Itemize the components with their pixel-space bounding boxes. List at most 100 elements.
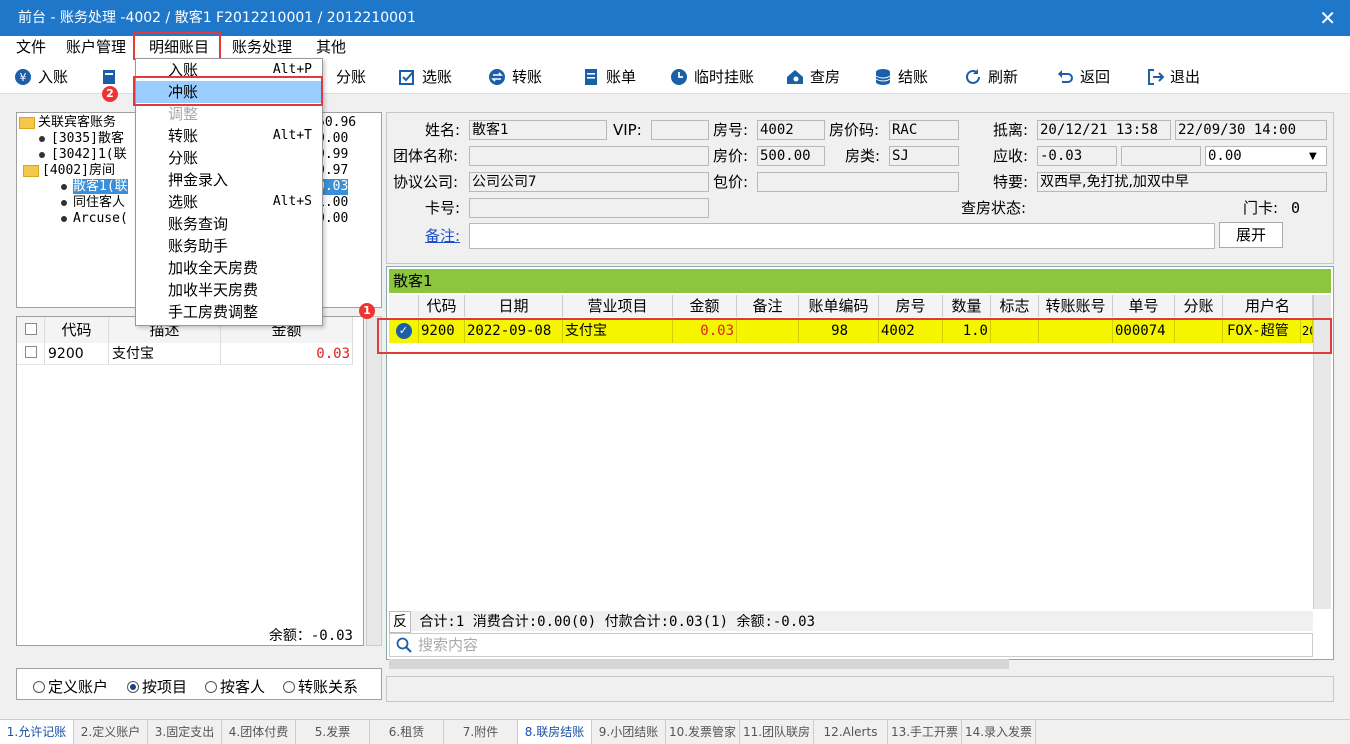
col-split[interactable]: 分账: [1175, 295, 1223, 317]
chevron-down-icon[interactable]: ▼: [1309, 151, 1317, 162]
transfer-button[interactable]: 转账: [488, 66, 542, 88]
roomtype-field[interactable]: SJ: [889, 146, 959, 166]
radio-define-account[interactable]: 定义账户: [33, 676, 108, 697]
package-field[interactable]: [757, 172, 959, 192]
col-amount[interactable]: 金额: [673, 295, 737, 317]
group-field[interactable]: [469, 146, 709, 166]
select-all-checkbox[interactable]: [24, 323, 37, 335]
special-field[interactable]: 双西早,免打扰,加双中早: [1037, 172, 1327, 192]
col-item[interactable]: 营业项目: [563, 295, 673, 317]
col-remark[interactable]: 备注: [737, 295, 799, 317]
tree-item[interactable]: [3042]1(联: [39, 147, 127, 163]
bill-button[interactable]: 账单: [582, 66, 636, 88]
expand-button[interactable]: 展开: [1219, 222, 1283, 248]
remark-field[interactable]: [469, 223, 1215, 249]
menu-file[interactable]: 文件: [14, 36, 48, 60]
tab-invoice-manager[interactable]: 10.发票管家: [666, 720, 740, 744]
split-button[interactable]: 分账: [336, 66, 366, 88]
tree-item[interactable]: Arcuse(: [61, 211, 128, 227]
exit-button[interactable]: 退出: [1146, 66, 1200, 88]
check-room-button[interactable]: 查房: [786, 66, 840, 88]
radio-by-item[interactable]: 按项目: [127, 676, 187, 697]
due2-field[interactable]: [1121, 146, 1201, 166]
tab-manual-invoice[interactable]: 13.手工开票: [888, 720, 962, 744]
vip-field[interactable]: [651, 120, 709, 140]
post-button[interactable]: ¥ 入账: [14, 66, 68, 88]
radio-by-guest[interactable]: 按客人: [205, 676, 265, 697]
tab-fixed-expense[interactable]: 3.固定支出: [148, 720, 222, 744]
menu-item-query[interactable]: 账务查询: [136, 213, 322, 235]
tab-team-linked[interactable]: 11.团队联房: [740, 720, 814, 744]
tab-alerts[interactable]: 12.Alerts: [814, 720, 888, 744]
refresh-button[interactable]: 刷新: [964, 66, 1018, 88]
tree-root[interactable]: 关联宾客账务: [19, 115, 116, 131]
col-code[interactable]: 代码: [419, 295, 465, 317]
tab-define-account[interactable]: 2.定义账户: [74, 720, 148, 744]
menu-highlight-box: [133, 32, 221, 60]
tree-item[interactable]: [3035]散客: [39, 131, 124, 147]
tab-attachment[interactable]: 7.附件: [444, 720, 518, 744]
col-room[interactable]: 房号: [879, 295, 943, 317]
menu-item-assistant[interactable]: 账务助手: [136, 235, 322, 257]
tab-allow-post[interactable]: 1.允许记账: [0, 720, 74, 744]
tab-group-pay[interactable]: 4.团体付费: [222, 720, 296, 744]
transfer-icon: [488, 68, 506, 86]
menu-other[interactable]: 其他: [314, 36, 348, 60]
radio-transfer-relation[interactable]: 转账关系: [283, 676, 358, 697]
tab-small-group-checkout[interactable]: 9.小团结账: [592, 720, 666, 744]
select-button[interactable]: 选账: [398, 66, 452, 88]
bill-icon: [582, 68, 600, 86]
menu-accounting[interactable]: 账务处理: [230, 36, 294, 60]
depart-field[interactable]: 22/09/30 14:00: [1175, 120, 1327, 140]
back-button[interactable]: 返回: [1056, 66, 1110, 88]
doorcard-value: 0: [1291, 199, 1301, 217]
col-billcode[interactable]: 账单编码: [799, 295, 879, 317]
col-code[interactable]: 代码: [45, 317, 109, 343]
menu-item-deposit[interactable]: 押金录入: [136, 169, 322, 191]
menu-item-manual-rate[interactable]: 手工房费调整: [136, 301, 322, 323]
tab-linked-checkout[interactable]: 8.联房结账: [518, 720, 592, 744]
tree-item[interactable]: [4002]房间: [23, 163, 115, 179]
post2-button[interactable]: [100, 66, 124, 88]
search-placeholder: 搜索内容: [418, 636, 479, 654]
room-field[interactable]: 4002: [757, 120, 825, 140]
bottom-panel: [386, 676, 1334, 702]
menu-item-half-day-charge[interactable]: 加收半天房费: [136, 279, 322, 301]
arrive-field[interactable]: 20/12/21 13:58: [1037, 120, 1171, 140]
price-field[interactable]: 500.00: [757, 146, 825, 166]
search-input[interactable]: 搜索内容: [389, 633, 1313, 657]
tree-item[interactable]: 同住客人: [61, 195, 125, 211]
col-user[interactable]: 用户名: [1223, 295, 1313, 317]
menu-account-management[interactable]: 账户管理: [64, 36, 128, 60]
col-date[interactable]: 日期: [465, 295, 563, 317]
menu-item-full-day-charge[interactable]: 加收全天房费: [136, 257, 322, 279]
company-field[interactable]: 公司公司7: [469, 172, 709, 192]
col-flag[interactable]: 标志: [991, 295, 1039, 317]
temp-charge-button[interactable]: 临时挂账: [670, 66, 754, 88]
row-checkbox[interactable]: [24, 346, 37, 358]
col-order[interactable]: 单号: [1113, 295, 1175, 317]
menu-item-select[interactable]: 选账 Alt+S: [136, 191, 322, 213]
horizontal-scrollbar[interactable]: [389, 659, 1009, 669]
menu-item-transfer[interactable]: 转账 Alt+T: [136, 125, 322, 147]
name-field[interactable]: 散客1: [469, 120, 607, 140]
col-qty[interactable]: 数量: [943, 295, 991, 317]
tab-invoice[interactable]: 5.发票: [296, 720, 370, 744]
tab-lease[interactable]: 6.租赁: [370, 720, 444, 744]
close-icon[interactable]: ✕: [1319, 0, 1336, 36]
house-search-icon: [786, 68, 804, 86]
left-scrollbar[interactable]: [366, 316, 382, 646]
tab-enter-invoice[interactable]: 14.录入发票: [962, 720, 1036, 744]
reverse-toggle[interactable]: 反: [389, 611, 411, 633]
bottom-tabs: 1.允许记账 2.定义账户 3.固定支出 4.团体付费 5.发票 6.租赁 7.…: [0, 719, 1350, 744]
col-transfer[interactable]: 转账账号: [1039, 295, 1113, 317]
guest-info-panel: 姓名: 散客1 VIP: 房号: 4002 房价码: RAC 抵离: 20/12…: [386, 112, 1334, 264]
remark-link[interactable]: 备注:: [425, 225, 460, 247]
ratecode-field[interactable]: RAC: [889, 120, 959, 140]
checkout-button[interactable]: 结账: [874, 66, 928, 88]
due-field[interactable]: -0.03: [1037, 146, 1117, 166]
card-field[interactable]: [469, 198, 709, 218]
tree-item-selected[interactable]: 散客1(联: [61, 179, 128, 195]
guest-bar: 散客1: [389, 269, 1331, 293]
menu-item-split[interactable]: 分账: [136, 147, 322, 169]
